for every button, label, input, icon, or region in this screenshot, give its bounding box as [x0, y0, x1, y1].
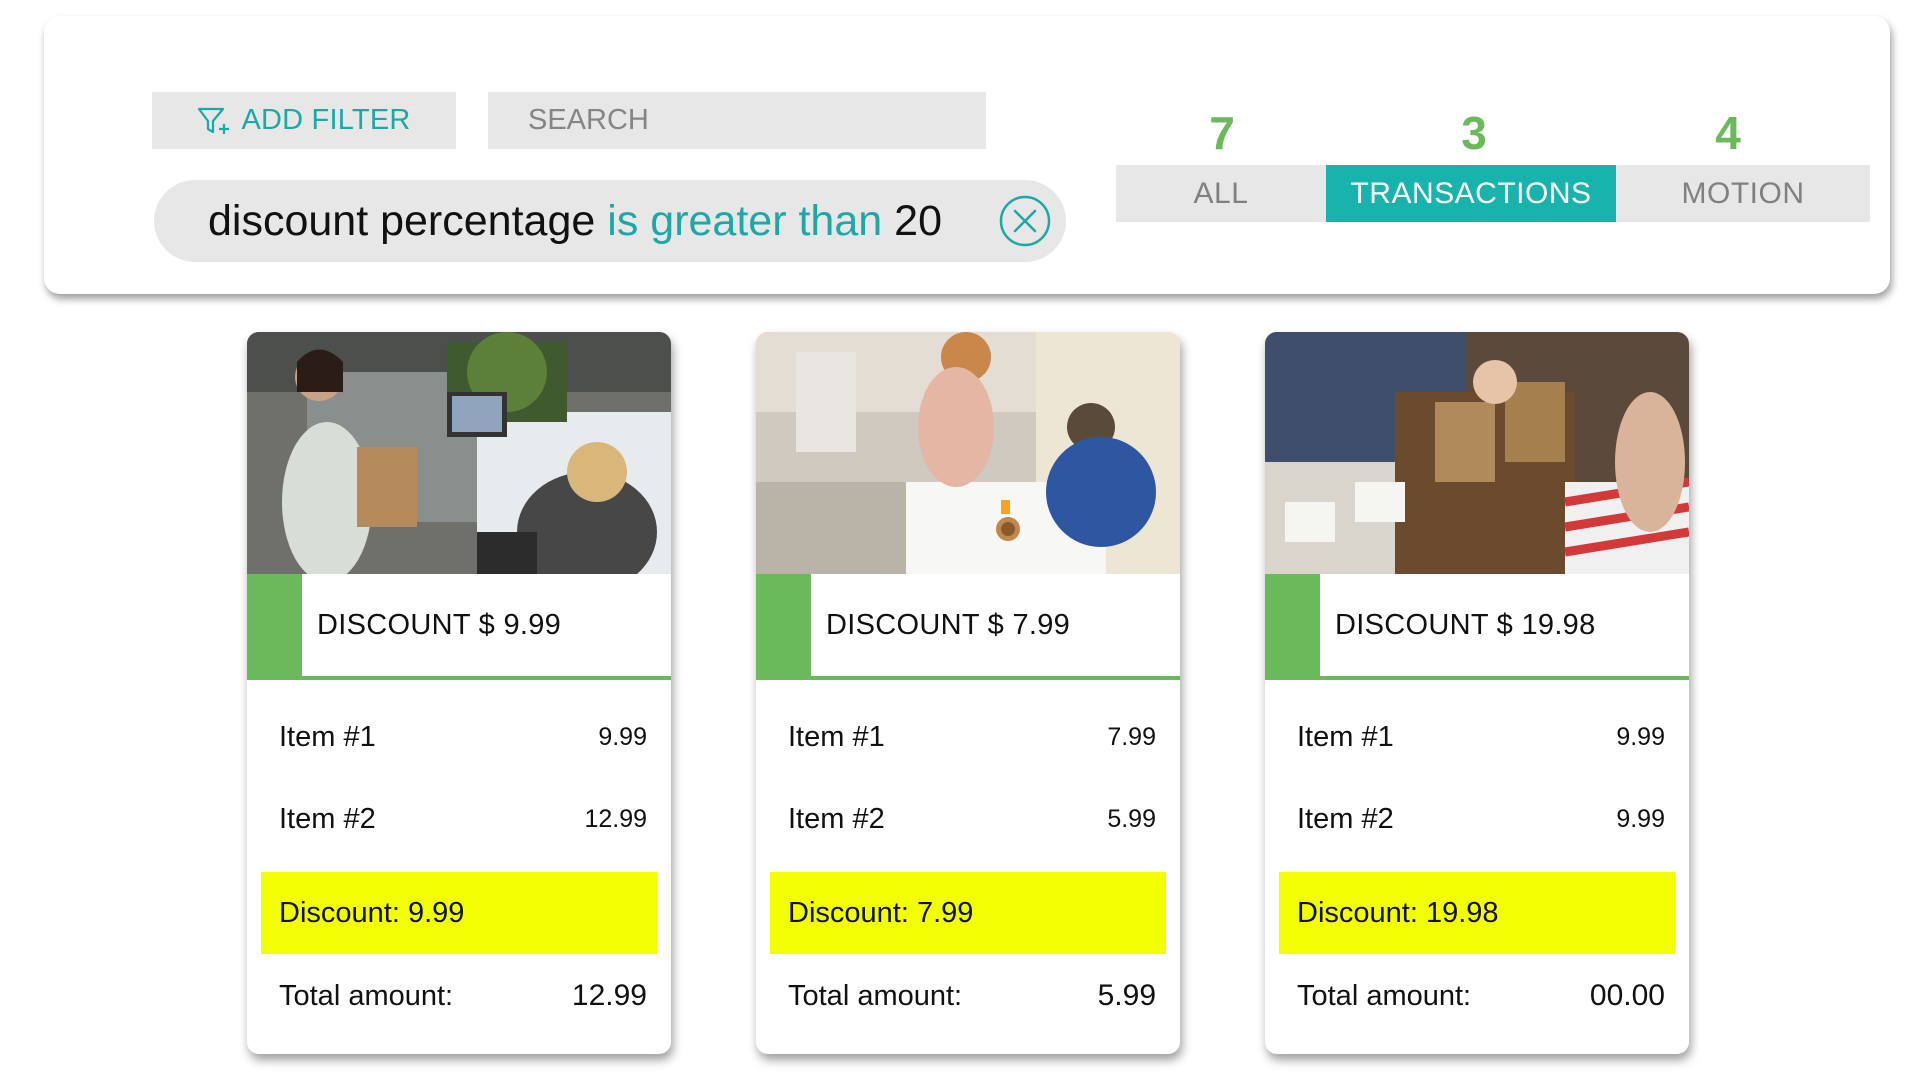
line-item: Item #1 9.99	[279, 712, 647, 762]
total-row: Total amount: 12.99	[279, 973, 647, 1019]
line-item: Item #1 7.99	[788, 712, 1156, 762]
transaction-card[interactable]: DISCOUNT $ 7.99 Item #1 7.99 Item #2 5.9…	[756, 332, 1180, 1054]
add-filter-label: ADD FILTER	[241, 104, 411, 136]
filter-value: 20	[894, 196, 943, 245]
cafe-payment-photo	[756, 332, 1180, 574]
card-title: DISCOUNT $ 19.98	[1335, 608, 1596, 641]
item-label: Item #1	[788, 720, 885, 753]
takeaway-counter-photo	[1265, 332, 1689, 574]
tab-transactions[interactable]: TRANSACTIONS	[1326, 165, 1616, 222]
card-header: DISCOUNT $ 7.99	[756, 574, 1180, 680]
card-title: DISCOUNT $ 7.99	[826, 608, 1071, 641]
line-item: Item #2 9.99	[1297, 794, 1665, 844]
item-label: Item #1	[279, 720, 376, 753]
add-filter-button[interactable]: ADD FILTER	[152, 92, 456, 149]
total-label: Total amount:	[788, 979, 963, 1012]
item-amount: 5.99	[1107, 804, 1156, 833]
tab-motion[interactable]: MOTION	[1616, 165, 1870, 222]
accent-bar	[756, 574, 811, 676]
tab-counts: 7 3 4	[1116, 106, 1870, 159]
total-value: 12.99	[571, 979, 647, 1012]
transaction-card[interactable]: DISCOUNT $ 9.99 Item #1 9.99 Item #2 12.…	[247, 332, 671, 1054]
item-amount: 9.99	[598, 722, 647, 751]
accent-bar	[247, 574, 302, 676]
item-label: Item #2	[788, 802, 885, 835]
discount-highlight: Discount: 7.99	[770, 872, 1166, 954]
search-input[interactable]	[488, 92, 986, 149]
item-amount: 12.99	[584, 804, 647, 833]
discount-highlight: Discount: 9.99	[261, 872, 657, 954]
item-label: Item #2	[1297, 802, 1394, 835]
card-header: DISCOUNT $ 9.99	[247, 574, 671, 680]
tab-all[interactable]: ALL	[1116, 165, 1326, 222]
filter-panel: ADD FILTER discount percentage is greate…	[44, 16, 1890, 294]
card-header: DISCOUNT $ 19.98	[1265, 574, 1689, 680]
tab-count-transactions: 3	[1461, 107, 1487, 159]
tab-bar: ALL TRANSACTIONS MOTION	[1116, 165, 1870, 222]
line-item: Item #2 12.99	[279, 794, 647, 844]
card-title: DISCOUNT $ 9.99	[317, 608, 562, 641]
filter-field: discount percentage	[208, 196, 596, 245]
transaction-card[interactable]: DISCOUNT $ 19.98 Item #1 9.99 Item #2 9.…	[1265, 332, 1689, 1054]
accent-bar	[1265, 574, 1320, 676]
total-value: 5.99	[1097, 979, 1156, 1012]
item-amount: 9.99	[1616, 722, 1665, 751]
retail-checkout-photo	[247, 332, 671, 574]
active-filter-chip[interactable]: discount percentage is greater than 20	[154, 180, 1066, 262]
line-item: Item #2 5.99	[788, 794, 1156, 844]
line-item: Item #1 9.99	[1297, 712, 1665, 762]
tab-count-all: 7	[1209, 107, 1235, 159]
total-label: Total amount:	[1297, 979, 1472, 1012]
total-row: Total amount: 00.00	[1297, 973, 1665, 1019]
total-row: Total amount: 5.99	[788, 973, 1156, 1019]
clear-filter-icon[interactable]	[998, 194, 1052, 248]
item-label: Item #1	[1297, 720, 1394, 753]
discount-highlight: Discount: 19.98	[1279, 872, 1675, 954]
total-value: 00.00	[1589, 979, 1665, 1012]
filter-operator: is greater than	[607, 196, 883, 245]
tab-count-motion: 4	[1715, 107, 1741, 159]
filter-add-icon	[198, 107, 230, 134]
item-amount: 7.99	[1107, 722, 1156, 751]
item-amount: 9.99	[1616, 804, 1665, 833]
item-label: Item #2	[279, 802, 376, 835]
total-label: Total amount:	[279, 979, 454, 1012]
